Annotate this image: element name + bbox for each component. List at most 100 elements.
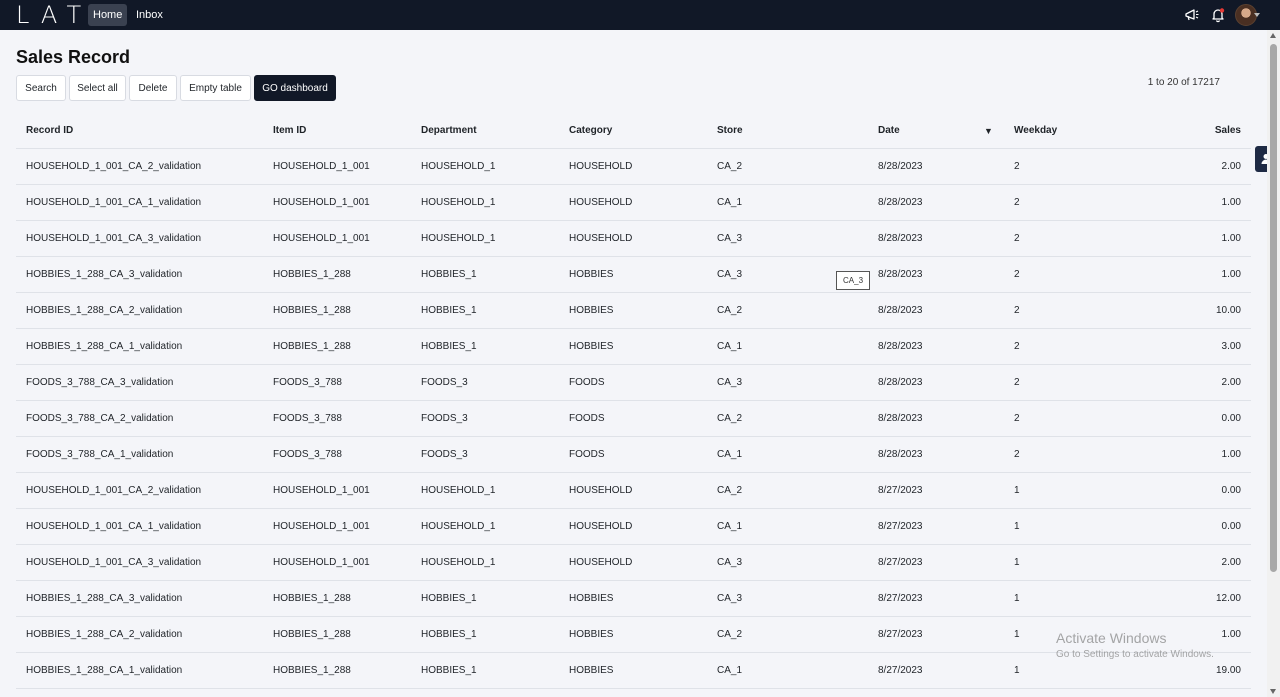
empty-table-button[interactable]: Empty table (180, 75, 251, 101)
column-header-item-id[interactable]: Item ID (273, 113, 306, 148)
table-row[interactable]: HOBBIES_1_288_CA_2_validation HOBBIES_1_2… (16, 293, 1251, 329)
cell-department: HOUSEHOLD_1 (421, 197, 496, 208)
table-row[interactable]: HOUSEHOLD_1_001_CA_1_validation HOUSEHOLD… (16, 509, 1251, 545)
cell-date: 8/27/2023 (878, 485, 923, 496)
cell-weekday: 2 (1014, 341, 1020, 352)
cell-sales: 0.00 (1221, 413, 1241, 424)
megaphone-icon[interactable] (1183, 6, 1201, 24)
cell-date: 8/28/2023 (878, 413, 923, 424)
column-header-weekday[interactable]: Weekday (1014, 113, 1057, 148)
table-body: HOUSEHOLD_1_001_CA_2_validation HOUSEHOLD… (16, 149, 1251, 689)
scrollbar-thumb[interactable] (1270, 44, 1277, 572)
cell-category: HOBBIES (569, 341, 614, 352)
cell-department: HOUSEHOLD_1 (421, 233, 496, 244)
cell-record-id: HOBBIES_1_288_CA_1_validation (26, 341, 183, 352)
scroll-down-arrow-icon[interactable] (1270, 689, 1276, 694)
cell-sales: 0.00 (1221, 485, 1241, 496)
cell-item-id: HOBBIES_1_288 (273, 665, 351, 676)
cell-item-id: HOBBIES_1_288 (273, 269, 351, 280)
cell-record-id: HOBBIES_1_288_CA_3_validation (26, 269, 183, 280)
table-row[interactable]: HOUSEHOLD_1_001_CA_2_validation HOUSEHOLD… (16, 149, 1251, 185)
cell-department: HOUSEHOLD_1 (421, 485, 496, 496)
cell-department: HOBBIES_1 (421, 665, 477, 676)
cell-sales: 0.00 (1221, 521, 1241, 532)
cell-category: HOUSEHOLD (569, 485, 633, 496)
top-navbar: LATO Home Inbox (0, 0, 1280, 30)
cell-store: CA_1 (717, 449, 743, 460)
cell-item-id: HOUSEHOLD_1_001 (273, 197, 370, 208)
cell-category: FOODS (569, 449, 605, 460)
cell-sales: 2.00 (1221, 377, 1241, 388)
cell-date: 8/27/2023 (878, 665, 923, 676)
cell-department: HOBBIES_1 (421, 593, 477, 604)
cell-category: HOBBIES (569, 629, 614, 640)
cell-department: HOBBIES_1 (421, 341, 477, 352)
cell-record-id: HOUSEHOLD_1_001_CA_3_validation (26, 233, 202, 244)
scroll-up-arrow-icon[interactable] (1270, 33, 1276, 38)
column-header-department[interactable]: Department (421, 113, 477, 148)
cell-weekday: 1 (1014, 521, 1020, 532)
sales-table: Record ID Item ID Department Category St… (16, 113, 1251, 689)
cell-sales: 1.00 (1221, 197, 1241, 208)
cell-weekday: 1 (1014, 557, 1020, 568)
windows-activation-watermark: Activate Windows Go to Settings to activ… (1056, 630, 1214, 660)
tooltip: CA_3 (836, 271, 871, 290)
cell-item-id: HOBBIES_1_288 (273, 305, 351, 316)
cell-store: CA_2 (717, 305, 743, 316)
search-button[interactable]: Search (16, 75, 66, 101)
cell-store: CA_3 (717, 557, 743, 568)
cell-record-id: HOUSEHOLD_1_001_CA_2_validation (26, 161, 202, 172)
cell-sales: 12.00 (1215, 593, 1241, 604)
cell-item-id: HOUSEHOLD_1_001 (273, 557, 370, 568)
cell-sales: 1.00 (1221, 233, 1241, 244)
table-row[interactable]: FOODS_3_788_CA_1_validation FOODS_3_788 FO… (16, 437, 1251, 473)
cell-category: HOUSEHOLD (569, 161, 633, 172)
page-title: Sales Record (16, 47, 131, 67)
column-header-category[interactable]: Category (569, 113, 612, 148)
cell-department: FOODS_3 (421, 377, 468, 388)
go-dashboard-button[interactable]: GO dashboard (254, 75, 336, 101)
table-row[interactable]: HOBBIES_1_288_CA_1_validation HOBBIES_1_2… (16, 329, 1251, 365)
cell-department: HOBBIES_1 (421, 629, 477, 640)
cell-item-id: HOUSEHOLD_1_001 (273, 233, 370, 244)
cell-category: HOBBIES (569, 665, 614, 676)
table-row[interactable]: HOUSEHOLD_1_001_CA_1_validation HOUSEHOLD… (16, 185, 1251, 221)
cell-item-id: HOBBIES_1_288 (273, 593, 351, 604)
cell-record-id: HOUSEHOLD_1_001_CA_2_validation (26, 485, 202, 496)
table-row[interactable]: HOUSEHOLD_1_001_CA_2_validation HOUSEHOLD… (16, 473, 1251, 509)
nav-inbox[interactable]: Inbox (131, 4, 168, 26)
cell-store: CA_3 (717, 233, 743, 244)
cell-store: CA_3 (717, 377, 743, 388)
table-row[interactable]: HOBBIES_1_288_CA_3_validation HOBBIES_1_2… (16, 257, 1251, 293)
table-row[interactable]: HOBBIES_1_288_CA_3_validation HOBBIES_1_2… (16, 581, 1251, 617)
user-avatar[interactable] (1235, 4, 1260, 26)
table-row[interactable]: FOODS_3_788_CA_3_validation FOODS_3_788 FO… (16, 365, 1251, 401)
select-all-button[interactable]: Select all (69, 75, 126, 101)
table-row[interactable]: HOUSEHOLD_1_001_CA_3_validation HOUSEHOLD… (16, 545, 1251, 581)
cell-record-id: HOUSEHOLD_1_001_CA_3_validation (26, 557, 202, 568)
cell-record-id: HOUSEHOLD_1_001_CA_1_validation (26, 197, 202, 208)
table-row[interactable]: HOUSEHOLD_1_001_CA_3_validation HOUSEHOLD… (16, 221, 1251, 257)
cell-item-id: FOODS_3_788 (273, 449, 342, 460)
cell-date: 8/28/2023 (878, 197, 923, 208)
cell-item-id: FOODS_3_788 (273, 377, 342, 388)
cell-store: CA_1 (717, 197, 743, 208)
cell-store: CA_2 (717, 629, 743, 640)
pagination-summary: 1 to 20 of 17217 (1147, 77, 1220, 88)
delete-button[interactable]: Delete (129, 75, 177, 101)
nav-home[interactable]: Home (88, 4, 128, 26)
cell-date: 8/28/2023 (878, 341, 923, 352)
cell-item-id: HOBBIES_1_288 (273, 341, 351, 352)
cell-record-id: HOBBIES_1_288_CA_1_validation (26, 665, 183, 676)
table-row[interactable]: FOODS_3_788_CA_2_validation FOODS_3_788 FO… (16, 401, 1251, 437)
page-scrollbar[interactable] (1267, 30, 1280, 697)
column-header-sales[interactable]: Sales (1215, 113, 1241, 148)
cell-sales: 1.00 (1221, 449, 1241, 460)
column-header-store[interactable]: Store (717, 113, 743, 148)
bell-icon[interactable] (1209, 6, 1227, 24)
column-header-date[interactable]: Date (878, 113, 900, 148)
column-header-record-id[interactable]: Record ID (26, 113, 73, 148)
cell-category: HOUSEHOLD (569, 197, 633, 208)
sort-descending-icon[interactable]: ▼ (984, 113, 993, 148)
cell-date: 8/28/2023 (878, 377, 923, 388)
